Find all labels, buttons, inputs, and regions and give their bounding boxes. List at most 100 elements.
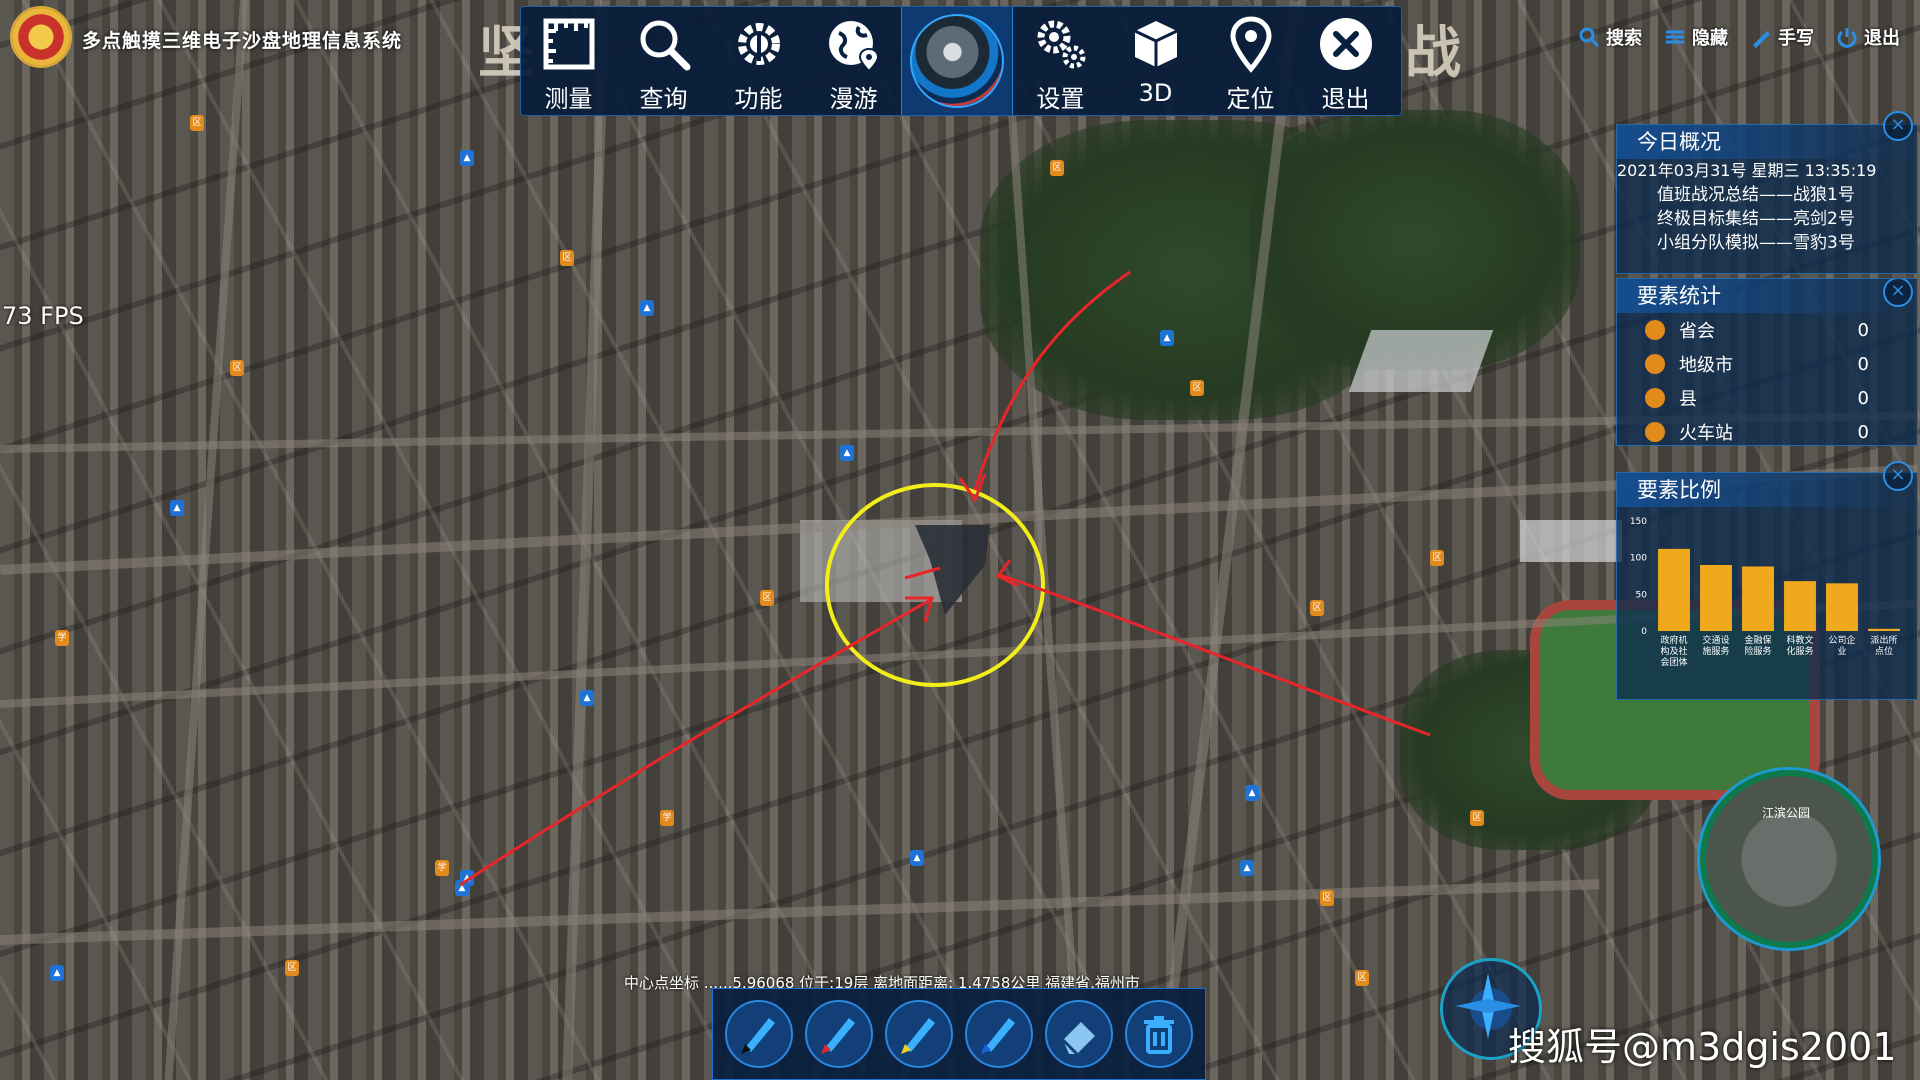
- panel-title: 今日概况: [1617, 125, 1917, 159]
- x-tick-label: 派出所: [1870, 634, 1897, 646]
- tool-earth-view[interactable]: [901, 7, 1013, 115]
- bar[interactable]: [1868, 628, 1900, 631]
- search-button[interactable]: 搜索: [1578, 24, 1642, 50]
- tool-query[interactable]: 查询: [616, 7, 711, 115]
- tool-3d[interactable]: 3D: [1108, 7, 1203, 115]
- today-datetime: 2021年03月31号 星期三 13:35:19: [1617, 161, 1877, 180]
- pen-red-button[interactable]: [805, 1000, 873, 1068]
- pen-yellow-icon: [901, 1018, 935, 1054]
- close-icon[interactable]: ×: [1883, 461, 1913, 491]
- stat-row: 火车站 0: [1617, 415, 1917, 445]
- feature-ratio-panel: × 要素比例 0 50 100 150 政府机 构及社 会团体 交通设 施服务 金融保 险服务 科教文…: [1616, 461, 1918, 700]
- minimap-label: 江滨公园: [1762, 806, 1811, 820]
- annotation-arrow-head: [995, 559, 1019, 588]
- drawing-toolbar: [712, 988, 1206, 1080]
- today-overview-panel: × 今日概况 2021年03月31号 星期三 13:35:19 值班战况总结——…: [1616, 111, 1918, 274]
- tool-label: 功能: [734, 85, 783, 113]
- bar[interactable]: [1826, 583, 1858, 631]
- tool-measure[interactable]: 测量: [521, 7, 616, 115]
- stat-value: 0: [1857, 353, 1869, 375]
- exit-button[interactable]: 退出: [1836, 24, 1900, 50]
- ratio-bar-chart: 0 50 100 150 政府机构及社会团体 交通设施服务 金融保险服务 科教文化服务 公司企业…: [1630, 517, 1900, 668]
- panel-title: 要素统计: [1617, 279, 1917, 313]
- tool-label: 查询: [639, 85, 688, 113]
- x-tick-label: 施服务: [1702, 645, 1729, 657]
- annotation-arrow: [459, 598, 931, 887]
- handwrite-button[interactable]: 手写: [1750, 24, 1814, 50]
- bar[interactable]: [1658, 548, 1690, 631]
- handwrite-label: 手写: [1778, 28, 1814, 49]
- pen-black-icon: [741, 1018, 775, 1054]
- close-circle-icon: [1314, 13, 1378, 75]
- exit-label: 退出: [1864, 28, 1900, 49]
- bar[interactable]: [1784, 581, 1816, 631]
- stat-label: 火车站: [1679, 423, 1733, 444]
- ruler-icon: [537, 13, 601, 75]
- province-icon: [1645, 320, 1665, 340]
- stat-value: 0: [1857, 319, 1869, 341]
- y-tick-label: 50: [1636, 590, 1648, 600]
- top-right-actions: 搜索 隐藏 手写 退出: [1578, 24, 1900, 50]
- today-row: 终极目标集结——亮剑2号: [1657, 209, 1855, 229]
- trash-icon: [1144, 1016, 1174, 1054]
- gears-icon: [1029, 13, 1093, 75]
- x-tick-label: 公司企: [1828, 634, 1855, 646]
- tool-exit[interactable]: 退出: [1298, 7, 1393, 115]
- bar[interactable]: [1700, 565, 1732, 631]
- stat-label: 县: [1679, 389, 1697, 410]
- x-tick-label: 险服务: [1744, 645, 1771, 657]
- tool-label: 测量: [544, 85, 593, 113]
- hide-button[interactable]: 隐藏: [1664, 24, 1728, 50]
- y-tick-label: 150: [1630, 517, 1647, 527]
- clear-button[interactable]: [1125, 1000, 1193, 1068]
- y-tick-label: 100: [1630, 554, 1647, 564]
- background-slogan-right: 战: [1405, 21, 1461, 86]
- annotation-arrow: [999, 573, 1431, 737]
- county-icon: [1645, 388, 1665, 408]
- pen-icon: [1753, 31, 1770, 48]
- tool-label: 3D: [1138, 79, 1173, 107]
- y-tick-label: 0: [1641, 627, 1647, 637]
- stat-value: 0: [1857, 387, 1869, 409]
- tool-label: 定位: [1226, 85, 1275, 113]
- cube-icon: [1124, 13, 1188, 75]
- close-icon[interactable]: ×: [1883, 279, 1913, 307]
- today-row: 值班战况总结——战狼1号: [1657, 185, 1855, 205]
- pen-red-icon: [821, 1018, 855, 1054]
- x-tick-label: 化服务: [1786, 645, 1813, 657]
- stat-label: 省会: [1679, 321, 1715, 342]
- stat-row: 县 0: [1617, 381, 1917, 415]
- power-icon: [1837, 28, 1857, 48]
- stat-row: 省会 0: [1617, 313, 1917, 347]
- stat-row: 地级市 0: [1617, 347, 1917, 381]
- close-icon[interactable]: ×: [1883, 111, 1913, 141]
- search-icon: [632, 13, 696, 75]
- bar[interactable]: [1742, 566, 1774, 631]
- stat-label: 地级市: [1679, 355, 1733, 376]
- earth-globe-icon: [910, 14, 1004, 108]
- x-tick-label: 点位: [1875, 645, 1893, 657]
- tool-settings[interactable]: 设置: [1013, 7, 1108, 115]
- today-row: 小组分队模拟——雪豹3号: [1657, 233, 1855, 253]
- location-pin-icon: [1219, 13, 1283, 75]
- tool-roam[interactable]: 漫游: [806, 7, 901, 115]
- tool-function[interactable]: 功能: [711, 7, 806, 115]
- hide-label: 隐藏: [1692, 28, 1728, 49]
- x-tick-label: 金融保: [1744, 634, 1771, 646]
- police-badge-logo: [10, 6, 72, 68]
- eraser-button[interactable]: [1045, 1000, 1113, 1068]
- x-tick-label: 政府机: [1660, 634, 1687, 646]
- city-icon: [1645, 354, 1665, 374]
- search-icon: [1579, 27, 1600, 48]
- pen-black-button[interactable]: [725, 1000, 793, 1068]
- x-tick-label: 构及社: [1660, 645, 1687, 657]
- minimap[interactable]: 江滨公园: [1700, 770, 1878, 948]
- pen-yellow-button[interactable]: [885, 1000, 953, 1068]
- search-label: 搜索: [1606, 28, 1642, 49]
- annotation-arrow: [973, 270, 1131, 491]
- main-toolbar: 测量 查询 功能 漫游 设置 3D 定位 退出: [520, 6, 1402, 116]
- tool-locate[interactable]: 定位: [1203, 7, 1298, 115]
- x-tick-label: 业: [1837, 646, 1846, 657]
- x-tick-label: 科教文: [1786, 634, 1813, 646]
- pen-blue-button[interactable]: [965, 1000, 1033, 1068]
